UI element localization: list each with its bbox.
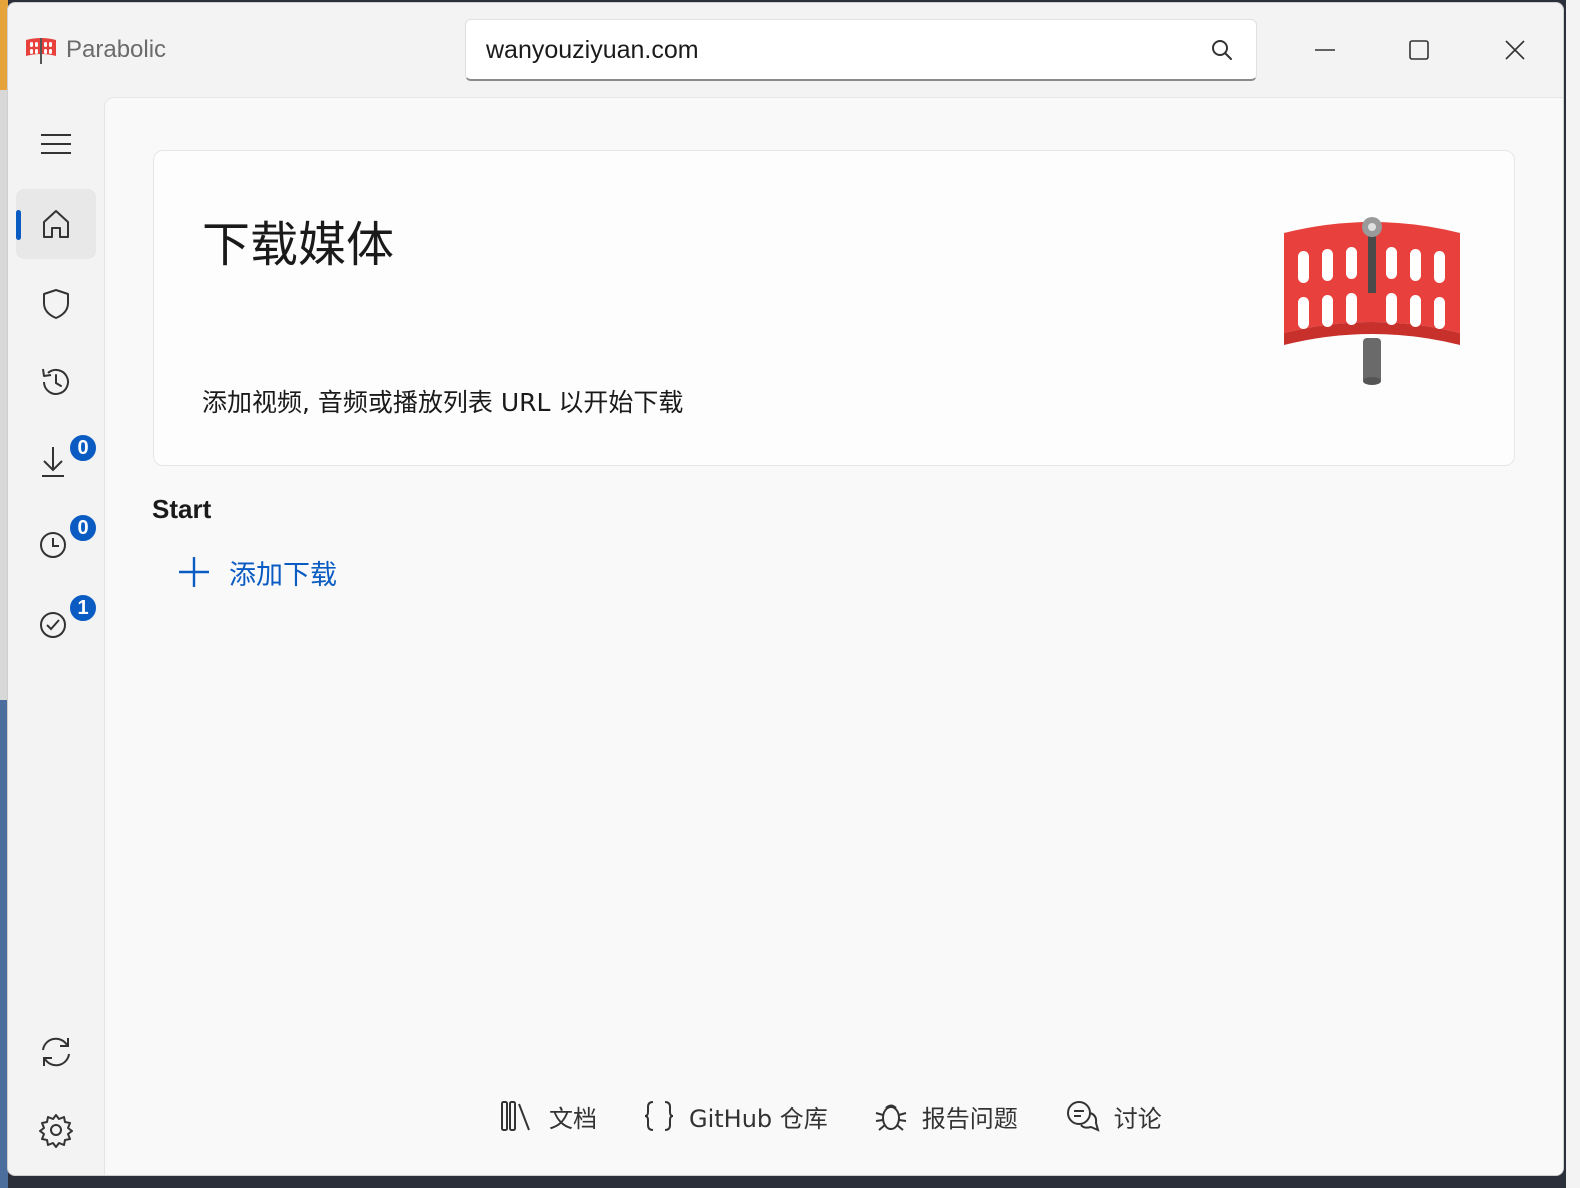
- app-title: Parabolic: [66, 36, 167, 63]
- queued-count-badge: 0: [68, 513, 98, 543]
- bug-icon: [875, 1104, 907, 1131]
- docs-link[interactable]: 文档: [499, 1099, 597, 1134]
- sidebar-item-queued[interactable]: 0: [16, 507, 98, 577]
- menu-button[interactable]: [16, 109, 96, 179]
- report-issue-link-label: 报告问题: [921, 1104, 1018, 1133]
- completed-count-badge: 1: [68, 593, 98, 623]
- hamburger-menu-icon: [41, 134, 71, 154]
- docs-link-label: 文档: [549, 1104, 597, 1133]
- shield-icon: [43, 289, 69, 319]
- library-icon: [501, 1101, 530, 1131]
- minimize-icon: [1315, 49, 1335, 51]
- desktop-background-right: [1566, 0, 1580, 1188]
- sidebar-item-downloading[interactable]: 0: [16, 427, 98, 497]
- discussions-link[interactable]: 讨论: [1064, 1099, 1162, 1134]
- add-download-button[interactable]: 添加下载: [177, 550, 337, 594]
- footer-links: 文档 GitHub 仓库 报告问题 讨论: [499, 1094, 1162, 1138]
- gear-icon: [39, 1114, 73, 1148]
- parabolic-logo-icon: [1284, 217, 1460, 385]
- search-input[interactable]: [486, 32, 1186, 68]
- app-logo-icon: [26, 38, 56, 64]
- sidebar-item-home[interactable]: [16, 189, 96, 259]
- discussions-link-label: 讨论: [1113, 1104, 1162, 1133]
- github-link[interactable]: GitHub 仓库: [643, 1099, 828, 1134]
- close-button[interactable]: [1490, 25, 1540, 75]
- sidebar-item-update[interactable]: [16, 1017, 96, 1087]
- main-content: 下载媒体 添加视频, 音频或播放列表 URL 以开始下载 Start 添加下载 …: [104, 97, 1563, 1175]
- sidebar-item-completed[interactable]: 1: [16, 587, 98, 657]
- chat-bubbles-icon: [1066, 1101, 1100, 1132]
- close-icon: [1505, 40, 1525, 60]
- home-icon: [43, 210, 69, 238]
- sidebar-item-keyring[interactable]: [16, 269, 96, 339]
- sync-icon: [42, 1037, 70, 1067]
- app-window: Parabolic wanyouziyuan.com 0 0 1 下载媒体 添加…: [7, 2, 1564, 1176]
- page-title: 下载媒体: [202, 217, 395, 273]
- maximize-icon: [1409, 40, 1429, 60]
- plus-icon: [179, 557, 209, 587]
- github-link-label: GitHub 仓库: [689, 1104, 828, 1133]
- maximize-button[interactable]: [1394, 25, 1444, 75]
- search-box[interactable]: [465, 19, 1257, 81]
- sidebar-nav: 0 0 1: [8, 97, 104, 1175]
- history-icon: [42, 368, 69, 395]
- hero-card: 下载媒体 添加视频, 音频或播放列表 URL 以开始下载: [153, 150, 1515, 466]
- report-issue-link[interactable]: 报告问题: [874, 1099, 1018, 1134]
- sidebar-item-history[interactable]: [16, 347, 96, 417]
- search-icon[interactable]: [1210, 38, 1234, 62]
- code-braces-icon: [644, 1101, 674, 1131]
- sidebar-item-settings[interactable]: [16, 1095, 96, 1165]
- minimize-button[interactable]: [1300, 25, 1350, 75]
- page-subtitle: 添加视频, 音频或播放列表 URL 以开始下载: [202, 388, 684, 417]
- active-indicator: [16, 210, 21, 240]
- title-bar[interactable]: Parabolic: [8, 3, 1563, 97]
- downloading-count-badge: 0: [68, 433, 98, 463]
- add-download-label: 添加下载: [229, 559, 337, 591]
- section-label-start: Start: [152, 494, 212, 524]
